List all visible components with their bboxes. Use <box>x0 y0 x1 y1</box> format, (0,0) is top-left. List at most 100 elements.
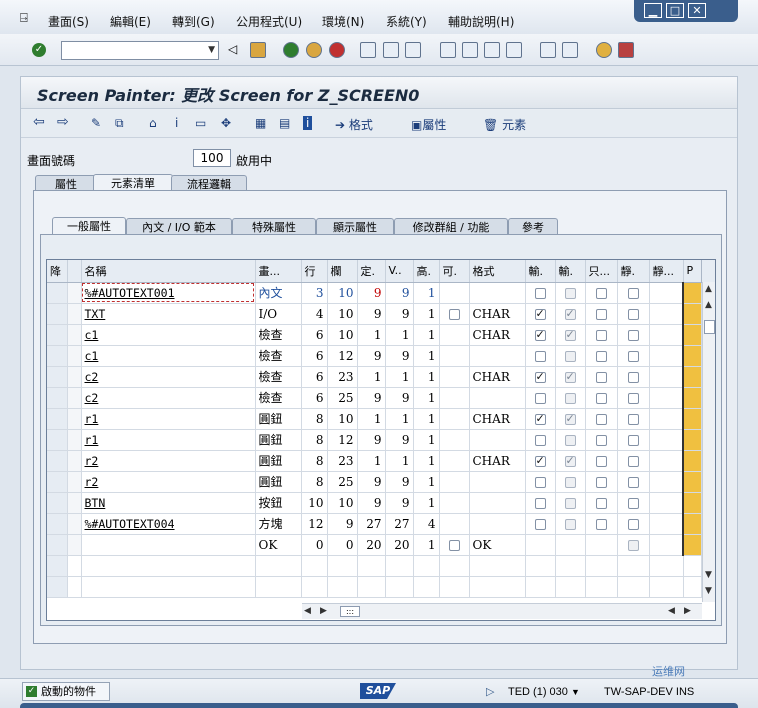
checkbox[interactable] <box>627 329 639 341</box>
element-row[interactable]: 10 <box>301 492 328 514</box>
element-scrollable[interactable] <box>439 282 470 304</box>
element-format[interactable]: CHAR <box>469 366 526 388</box>
element-row[interactable]: 0 <box>301 534 328 556</box>
element-column[interactable]: 10 <box>327 324 358 346</box>
table-row[interactable]: c1 檢查 6 12 9 9 1 <box>47 345 702 367</box>
element-column[interactable]: 10 <box>327 492 358 514</box>
element-height[interactable]: 1 <box>413 492 440 514</box>
element-scrollable[interactable] <box>439 450 470 472</box>
previous-page-icon[interactable] <box>462 42 478 58</box>
checkbox[interactable] <box>627 518 639 530</box>
next-page-icon[interactable] <box>484 42 500 58</box>
checkbox[interactable] <box>534 434 546 446</box>
element-input[interactable] <box>525 492 556 514</box>
row-selector[interactable] <box>47 429 68 451</box>
element-input[interactable] <box>525 471 556 493</box>
hierarchy-icon[interactable]: ⌂ <box>149 116 157 130</box>
element-static[interactable] <box>617 282 650 304</box>
element-name[interactable]: %#AUTOTEXT004 <box>81 513 256 535</box>
element-column[interactable]: 25 <box>327 387 358 409</box>
table-row[interactable]: %#AUTOTEXT004 方塊 12 9 27 27 4 <box>47 513 702 535</box>
element-defined-length[interactable]: 9 <box>357 282 386 304</box>
element-output[interactable] <box>555 387 586 409</box>
checkbox[interactable] <box>595 287 607 299</box>
element-defined-length[interactable]: 9 <box>357 429 386 451</box>
attributes-button[interactable]: ▣屬性 <box>411 116 446 133</box>
checkbox[interactable] <box>627 371 639 383</box>
new-session-icon[interactable] <box>540 42 556 58</box>
checkbox[interactable] <box>448 308 460 320</box>
layout-menu-icon[interactable] <box>618 42 634 58</box>
element-output[interactable] <box>555 408 586 430</box>
header-format[interactable]: 格式 <box>469 260 526 283</box>
table-row[interactable]: r1 圓鈕 8 12 9 9 1 <box>47 429 702 451</box>
element-output[interactable] <box>555 366 586 388</box>
element-height[interactable]: 1 <box>413 429 440 451</box>
checkbox[interactable] <box>627 413 639 425</box>
element-format[interactable]: CHAR <box>469 303 526 325</box>
element-static[interactable] <box>617 366 650 388</box>
command-field[interactable]: ▼ <box>61 41 219 60</box>
menu-edit[interactable]: 編輯(E) <box>110 13 151 30</box>
scroll-right-icon[interactable]: ▶ <box>320 606 327 616</box>
minimize-icon[interactable]: ▁ <box>644 3 662 18</box>
element-column[interactable]: 9 <box>327 513 358 535</box>
table-row[interactable]: c2 檢查 6 25 9 9 1 <box>47 387 702 409</box>
back-triangle-icon[interactable]: ◁ <box>228 42 237 56</box>
element-name[interactable]: c1 <box>81 324 256 346</box>
element-static[interactable] <box>617 303 650 325</box>
row-selector[interactable] <box>47 282 68 304</box>
checkbox[interactable] <box>595 413 607 425</box>
element-scrollable[interactable] <box>439 345 470 367</box>
element-column[interactable]: 12 <box>327 429 358 451</box>
element-row[interactable]: 6 <box>301 366 328 388</box>
element-height[interactable]: 1 <box>413 408 440 430</box>
checkbox[interactable] <box>595 350 607 362</box>
element-defined-length[interactable]: 9 <box>357 492 386 514</box>
element-column[interactable]: 25 <box>327 471 358 493</box>
element-visible-length[interactable]: 9 <box>385 345 414 367</box>
exit-icon[interactable] <box>306 42 322 58</box>
checkbox[interactable] <box>627 350 639 362</box>
element-height[interactable]: 4 <box>413 513 440 535</box>
row-selector[interactable] <box>47 324 68 346</box>
element-output[interactable] <box>555 429 586 451</box>
element-format[interactable] <box>469 471 526 493</box>
element-output-only[interactable] <box>585 471 618 493</box>
vertical-scroll-thumb[interactable] <box>704 320 715 334</box>
row-selector[interactable] <box>47 387 68 409</box>
checkbox[interactable] <box>534 454 546 467</box>
element-visible-length[interactable]: 1 <box>385 450 414 472</box>
element-row[interactable]: 12 <box>301 513 328 535</box>
element-row[interactable]: 4 <box>301 303 328 325</box>
element-format[interactable]: CHAR <box>469 450 526 472</box>
menu-icon[interactable]: ⍈ <box>20 11 28 26</box>
vertical-scrollbar[interactable]: ▲ ▲ ▼ ▼ <box>702 282 715 602</box>
checkbox[interactable] <box>627 287 639 299</box>
element-defined-length[interactable]: 9 <box>357 303 386 325</box>
element-static[interactable] <box>617 345 650 367</box>
header-row[interactable]: 行 <box>301 260 328 283</box>
element-static[interactable] <box>617 387 650 409</box>
element-name[interactable]: r1 <box>81 408 256 430</box>
element-scrollable[interactable] <box>439 387 470 409</box>
back-icon[interactable] <box>283 42 299 58</box>
element-visible-length[interactable]: 1 <box>385 408 414 430</box>
scroll-up-small-icon[interactable]: ▲ <box>705 300 712 310</box>
layout-icon[interactable]: ▦ <box>255 116 266 130</box>
header-height[interactable]: 高. <box>413 260 440 283</box>
element-defined-length[interactable]: 1 <box>357 408 386 430</box>
row-selector[interactable] <box>47 471 68 493</box>
element-output-only[interactable] <box>585 534 618 556</box>
header-sort[interactable]: 降 <box>47 260 68 283</box>
element-output-only[interactable] <box>585 429 618 451</box>
element-height[interactable]: 1 <box>413 366 440 388</box>
checkbox[interactable] <box>627 497 639 509</box>
checkbox[interactable] <box>595 476 607 488</box>
element-output[interactable] <box>555 513 586 535</box>
element-visible-length[interactable]: 9 <box>385 303 414 325</box>
find-icon[interactable] <box>383 42 399 58</box>
element-row[interactable]: 8 <box>301 450 328 472</box>
header-static-2[interactable]: 靜... <box>649 260 684 283</box>
element-format[interactable]: CHAR <box>469 324 526 346</box>
